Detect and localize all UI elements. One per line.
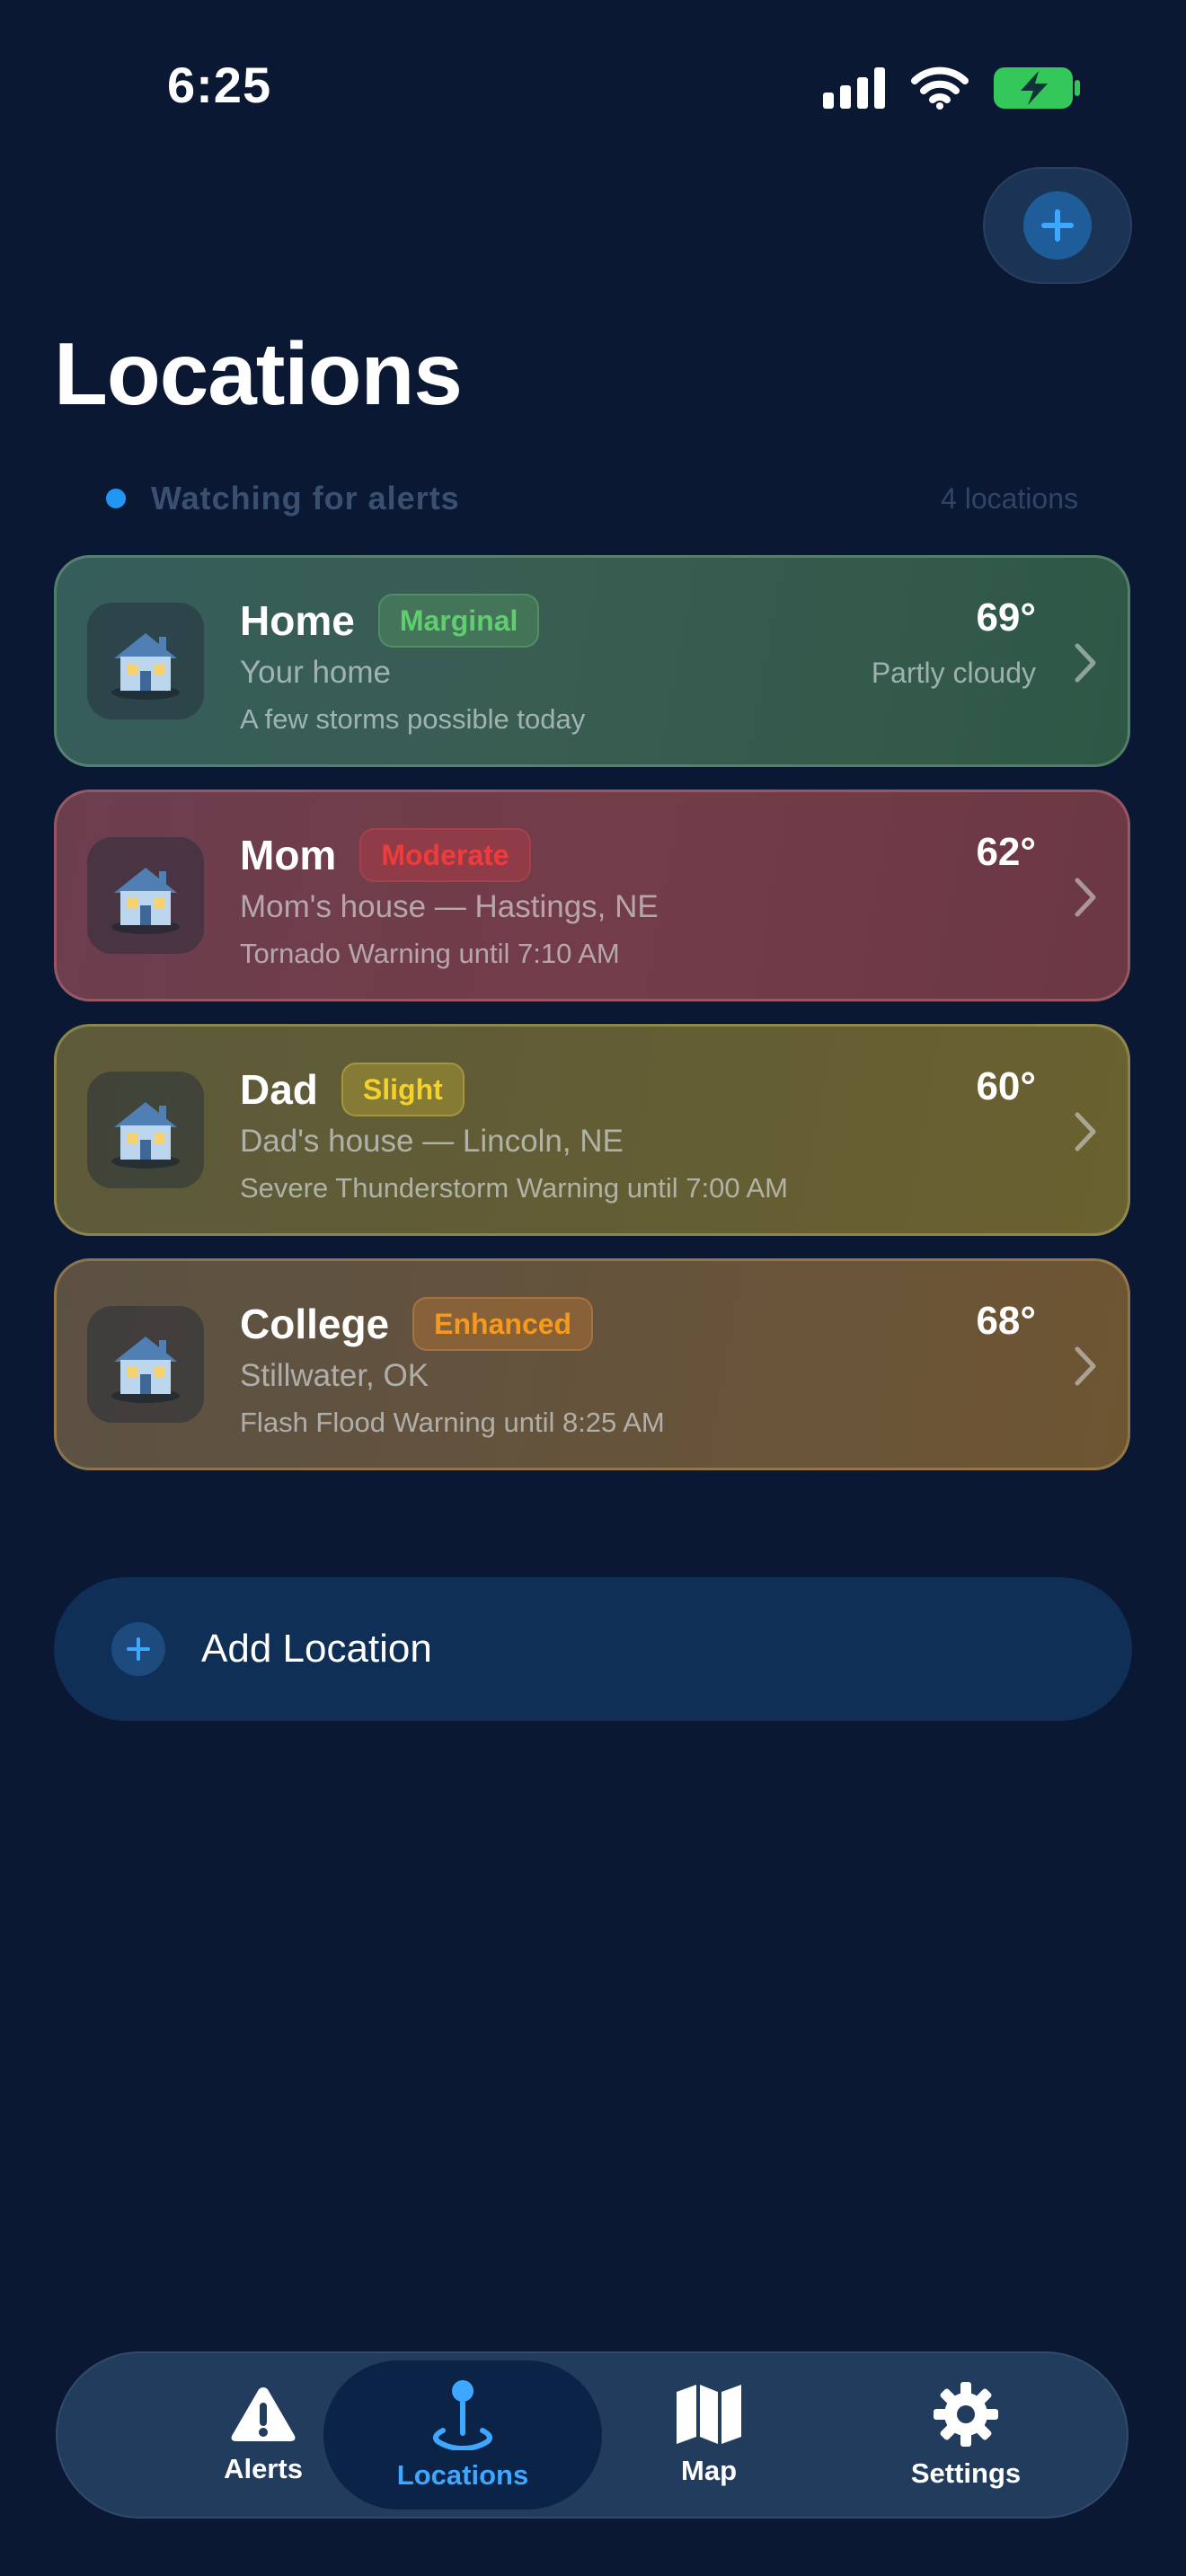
status-icons bbox=[823, 65, 1082, 111]
chevron-right-icon bbox=[1075, 1112, 1096, 1151]
tab-label: Locations bbox=[396, 2459, 529, 2491]
cellular-signal-icon bbox=[823, 67, 885, 109]
tab-map[interactable]: Map bbox=[570, 2360, 848, 2510]
location-subtitle: Stillwater, OK bbox=[240, 1358, 429, 1393]
tab-settings[interactable]: Settings bbox=[827, 2360, 1105, 2510]
risk-badge: Slight bbox=[341, 1063, 465, 1116]
location-subtitle: Mom's house — Hastings, NE bbox=[240, 889, 659, 924]
add-location-button[interactable]: Add Location bbox=[54, 1577, 1132, 1721]
gear-icon bbox=[934, 2382, 998, 2447]
location-detail: Flash Flood Warning until 8:25 AM bbox=[240, 1407, 665, 1438]
location-name: College bbox=[240, 1301, 390, 1347]
location-subtitle: Your home bbox=[240, 655, 391, 690]
house-icon bbox=[87, 603, 204, 719]
tab-locations[interactable]: Locations bbox=[323, 2360, 602, 2510]
location-detail: Severe Thunderstorm Warning until 7:00 A… bbox=[240, 1172, 788, 1204]
location-condition: Partly cloudy bbox=[871, 657, 1036, 689]
chevron-right-icon bbox=[1075, 643, 1096, 683]
location-name: Home bbox=[240, 597, 355, 644]
location-name: Dad bbox=[240, 1066, 318, 1113]
location-detail: A few storms possible today bbox=[240, 703, 586, 735]
chevron-right-icon bbox=[1075, 878, 1096, 917]
risk-badge: Enhanced bbox=[412, 1297, 594, 1351]
location-temperature: 60° bbox=[976, 1064, 1036, 1108]
location-card-college[interactable]: College Enhanced Stillwater, OK Flash Fl… bbox=[54, 1258, 1130, 1470]
page-title: Locations bbox=[54, 324, 463, 423]
location-temperature: 68° bbox=[976, 1299, 1036, 1343]
plus-icon bbox=[127, 1637, 150, 1661]
location-card-dad[interactable]: Dad Slight Dad's house — Lincoln, NE Sev… bbox=[54, 1024, 1130, 1236]
risk-badge: Marginal bbox=[377, 594, 540, 648]
location-temperature: 62° bbox=[976, 830, 1036, 874]
plus-icon bbox=[1041, 209, 1074, 242]
add-location-top-button[interactable] bbox=[983, 167, 1132, 284]
location-count: 4 locations bbox=[941, 481, 1078, 515]
add-location-label: Add Location bbox=[201, 1627, 432, 1671]
house-icon bbox=[87, 837, 204, 954]
location-detail: Tornado Warning until 7:10 AM bbox=[240, 938, 620, 969]
watch-indicator-dot bbox=[106, 489, 126, 508]
tab-bar: Alerts Locations Map Settings bbox=[56, 2351, 1128, 2519]
watch-status-row: Watching for alerts 4 locations bbox=[106, 476, 1078, 521]
location-pin-icon bbox=[433, 2380, 492, 2450]
watch-status-text: Watching for alerts bbox=[151, 480, 460, 516]
location-card-home[interactable]: Home Marginal Your home A few storms pos… bbox=[54, 555, 1130, 767]
map-icon bbox=[677, 2385, 741, 2444]
warning-icon bbox=[231, 2387, 296, 2441]
plus-circle bbox=[1023, 191, 1092, 260]
location-temperature: 69° bbox=[976, 595, 1036, 640]
location-subtitle: Dad's house — Lincoln, NE bbox=[240, 1124, 624, 1159]
tab-label: Map bbox=[681, 2455, 737, 2486]
risk-badge: Moderate bbox=[359, 828, 531, 882]
wifi-icon bbox=[911, 66, 969, 110]
location-name: Mom bbox=[240, 832, 337, 878]
tab-label: Settings bbox=[910, 2457, 1022, 2489]
plus-circle bbox=[111, 1622, 165, 1676]
chevron-right-icon bbox=[1075, 1346, 1096, 1386]
locations-screen: 6:25 Locations Watching for alerts 4 loc… bbox=[0, 0, 1186, 2576]
tab-label: Alerts bbox=[224, 2453, 303, 2484]
location-card-mom[interactable]: Mom Moderate Mom's house — Hastings, NE … bbox=[54, 790, 1130, 1001]
house-icon bbox=[87, 1072, 204, 1188]
house-icon bbox=[87, 1306, 204, 1423]
battery-charging-icon bbox=[994, 67, 1080, 109]
status-time: 6:25 bbox=[167, 57, 272, 113]
